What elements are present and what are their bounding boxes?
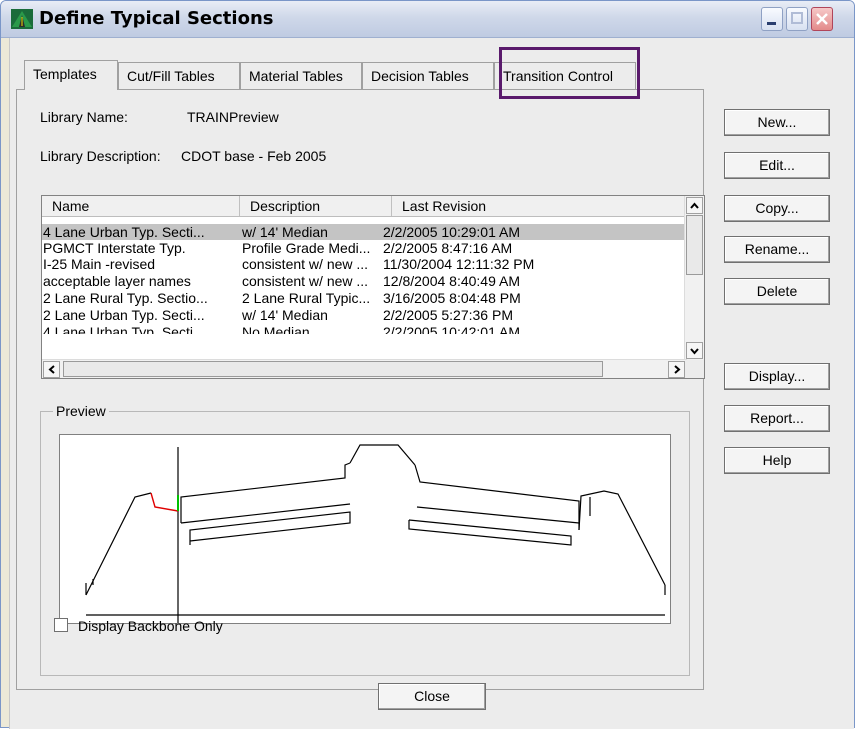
help-button[interactable]: Help bbox=[724, 447, 830, 474]
table-row[interactable]: 4 Lane Urban Typ. Secti... w/ 14' Median… bbox=[42, 224, 687, 240]
cell-revision: 3/16/2005 8:04:48 PM bbox=[383, 290, 521, 306]
preview-canvas bbox=[59, 434, 671, 624]
cell-revision: 2/2/2005 10:42:01 AM bbox=[383, 324, 520, 334]
minimize-button[interactable] bbox=[761, 7, 783, 31]
cell-description: consistent w/ new ... bbox=[242, 273, 369, 289]
cell-revision: 12/8/2004 8:40:49 AM bbox=[383, 273, 520, 289]
tab-cut-fill-tables[interactable]: Cut/Fill Tables bbox=[118, 62, 240, 90]
tab-decision-tables[interactable]: Decision Tables bbox=[362, 62, 494, 90]
chevron-down-icon bbox=[690, 348, 699, 355]
edit-button[interactable]: Edit... bbox=[724, 152, 830, 179]
scroll-right-button[interactable] bbox=[668, 361, 685, 378]
new-button[interactable]: New... bbox=[724, 109, 830, 136]
close-icon bbox=[816, 13, 828, 25]
cell-name: 2 Lane Urban Typ. Secti... bbox=[43, 307, 205, 323]
scroll-left-button[interactable] bbox=[43, 361, 60, 378]
table-row[interactable]: 4 Lane Urban Typ. Secti... No Median 2/2… bbox=[42, 324, 687, 334]
cell-name: acceptable layer names bbox=[43, 273, 191, 289]
cell-name: 4 Lane Urban Typ. Secti... bbox=[43, 224, 205, 240]
cell-name: 2 Lane Rural Typ. Sectio... bbox=[43, 290, 208, 306]
chevron-right-icon bbox=[674, 365, 681, 374]
cell-description: Profile Grade Medi... bbox=[242, 240, 371, 256]
table-row[interactable]: acceptable layer names consistent w/ new… bbox=[42, 273, 687, 289]
display-backbone-only-label: Display Backbone Only bbox=[78, 618, 223, 634]
vertical-scrollbar[interactable] bbox=[684, 196, 704, 360]
title-bar[interactable]: Define Typical Sections bbox=[1, 1, 854, 38]
library-name-value: TRAINPreview bbox=[187, 109, 279, 125]
table-row[interactable]: I-25 Main -revised consistent w/ new ...… bbox=[42, 256, 687, 272]
maximize-icon bbox=[791, 12, 803, 24]
road-app-icon bbox=[11, 9, 33, 29]
scroll-up-button[interactable] bbox=[686, 197, 703, 214]
cell-name: PGMCT Interstate Typ. bbox=[43, 240, 186, 256]
cell-name: 4 Lane Urban Typ. Secti... bbox=[43, 324, 205, 334]
display-button[interactable]: Display... bbox=[724, 363, 830, 390]
close-window-button[interactable] bbox=[811, 7, 833, 31]
horizontal-scroll-thumb[interactable] bbox=[63, 361, 603, 377]
preview-group: Preview bbox=[40, 403, 690, 676]
table-row[interactable]: 2 Lane Rural Typ. Sectio... 2 Lane Rural… bbox=[42, 290, 687, 306]
cell-revision: 11/30/2004 12:11:32 PM bbox=[383, 256, 535, 272]
library-description-value: CDOT base - Feb 2005 bbox=[181, 148, 327, 164]
preview-label: Preview bbox=[53, 403, 109, 419]
cell-name: I-25 Main -revised bbox=[43, 256, 156, 272]
highlight-box bbox=[499, 47, 640, 99]
cell-description: 2 Lane Rural Typic... bbox=[242, 290, 371, 306]
chevron-left-icon bbox=[48, 365, 55, 374]
display-backbone-only-checkbox[interactable] bbox=[54, 618, 68, 632]
report-button[interactable]: Report... bbox=[724, 405, 830, 432]
copy-button[interactable]: Copy... bbox=[724, 195, 830, 222]
minimize-icon bbox=[767, 22, 776, 25]
column-header-last-revision[interactable]: Last Revision bbox=[392, 196, 687, 216]
cell-revision: 2/2/2005 8:47:16 AM bbox=[383, 240, 513, 256]
window-title: Define Typical Sections bbox=[39, 8, 274, 29]
scroll-down-button[interactable] bbox=[686, 342, 703, 359]
tab-material-tables[interactable]: Material Tables bbox=[240, 62, 362, 90]
cell-description: consistent w/ new ... bbox=[242, 256, 369, 272]
cell-description: w/ 14' Median bbox=[242, 307, 328, 323]
template-list[interactable]: Name Description Last Revision 4 Lane Ur… bbox=[41, 195, 705, 379]
cell-description: w/ 14' Median bbox=[242, 224, 328, 240]
chevron-up-icon bbox=[690, 202, 699, 209]
horizontal-scrollbar[interactable] bbox=[42, 359, 687, 378]
maximize-button[interactable] bbox=[786, 7, 808, 31]
cell-revision: 2/2/2005 5:27:36 PM bbox=[383, 307, 513, 323]
table-row[interactable]: PGMCT Interstate Typ. Profile Grade Medi… bbox=[42, 240, 687, 256]
delete-button[interactable]: Delete bbox=[724, 278, 830, 305]
column-header-description[interactable]: Description bbox=[240, 196, 392, 216]
library-description-label: Library Description: bbox=[40, 148, 161, 164]
scrollbar-corner bbox=[685, 360, 704, 378]
template-preview-drawing bbox=[85, 444, 666, 623]
rename-button[interactable]: Rename... bbox=[724, 236, 830, 263]
list-header: Name Description Last Revision bbox=[42, 196, 687, 217]
table-row[interactable]: 2 Lane Urban Typ. Secti... w/ 14' Median… bbox=[42, 307, 687, 323]
tab-templates[interactable]: Templates bbox=[24, 60, 118, 90]
cell-revision: 2/2/2005 10:29:01 AM bbox=[383, 224, 520, 240]
cell-description: No Median bbox=[242, 324, 310, 334]
library-name-label: Library Name: bbox=[40, 109, 128, 125]
column-header-name[interactable]: Name bbox=[42, 196, 240, 216]
vertical-scroll-thumb[interactable] bbox=[686, 215, 703, 275]
close-button[interactable]: Close bbox=[378, 683, 486, 710]
